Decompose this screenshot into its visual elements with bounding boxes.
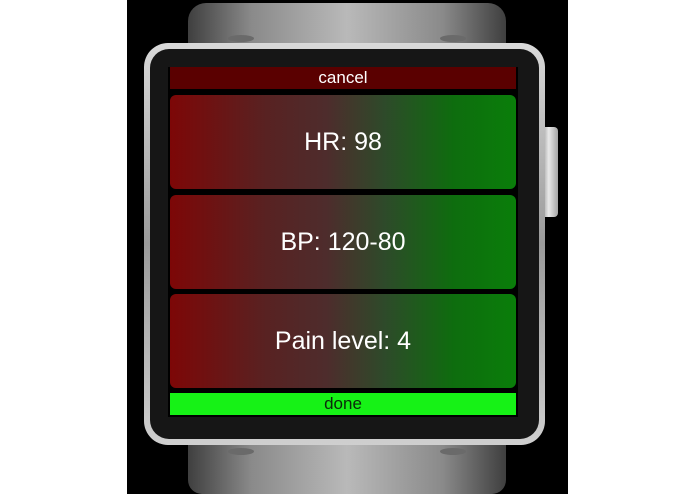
heart-rate-button[interactable]: HR: 98 xyxy=(170,95,516,189)
pain-level-label: Pain level: 4 xyxy=(274,326,412,355)
blood-pressure-label: BP: 120-80 xyxy=(280,227,406,256)
strap-pin xyxy=(228,35,254,42)
cancel-button[interactable]: cancel xyxy=(170,67,516,89)
strap-pin xyxy=(440,448,466,455)
blood-pressure-button[interactable]: BP: 120-80 xyxy=(170,195,516,289)
pain-level-button[interactable]: Pain level: 4 xyxy=(170,294,516,388)
heart-rate-label: HR: 98 xyxy=(304,127,382,156)
strap-pin xyxy=(228,448,254,455)
strap-pin xyxy=(440,35,466,42)
watch-screen: cancel HR: 98 BP: 120-80 Pain level: 4 d… xyxy=(168,67,518,417)
watch-strap-bottom xyxy=(188,440,506,494)
done-button[interactable]: done xyxy=(170,393,516,415)
